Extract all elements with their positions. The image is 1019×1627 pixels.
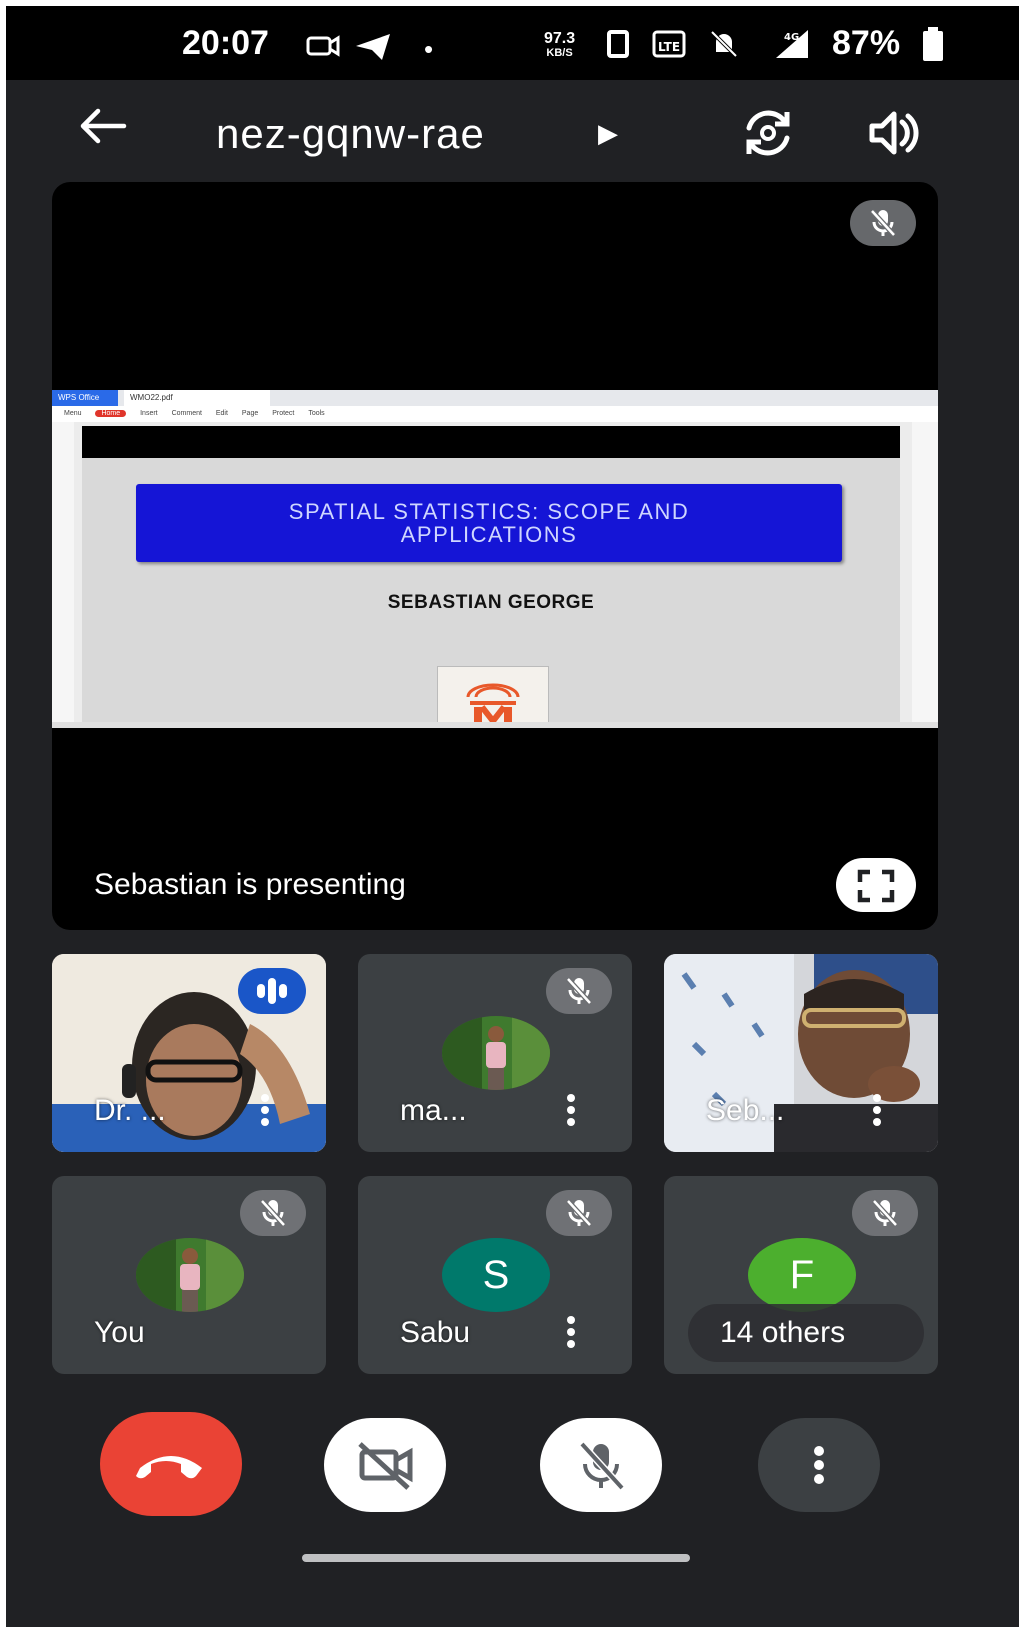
more-options-button[interactable] xyxy=(758,1418,880,1512)
mic-off-icon xyxy=(579,1441,625,1491)
microphone-toggle-button[interactable] xyxy=(540,1418,662,1512)
hang-up-icon xyxy=(136,1456,202,1479)
participant-initial-avatar: S xyxy=(442,1238,550,1312)
call-controls xyxy=(6,1406,1019,1536)
mic-off-icon xyxy=(566,977,592,1005)
shared-toolbar-item: Home xyxy=(95,410,127,417)
phone-outline-icon xyxy=(607,29,629,58)
slide-title-box: SPATIAL STATISTICS: SCOPE AND APPLICATIO… xyxy=(136,484,842,562)
shared-left-panel xyxy=(52,422,74,722)
mic-off-icon xyxy=(872,1199,898,1227)
shared-app-toolbar: Menu Home Insert Comment Edit Page Prote… xyxy=(52,406,938,422)
participant-name: Dr. ... xyxy=(94,1094,166,1127)
participant-name: Seb... xyxy=(706,1094,785,1127)
shared-status-bar xyxy=(52,722,938,728)
mic-off-icon xyxy=(870,209,896,237)
participant-tile[interactable]: ma... xyxy=(358,954,632,1152)
home-indicator[interactable] xyxy=(302,1554,690,1562)
network-type: 4G xyxy=(784,32,799,43)
slide-page: SPATIAL STATISTICS: SCOPE AND APPLICATIO… xyxy=(82,426,900,728)
shared-toolbar-item: Menu xyxy=(64,410,82,417)
participant-avatar xyxy=(136,1238,244,1312)
avatar-photo xyxy=(136,1238,244,1312)
presenter-muted-badge xyxy=(850,200,916,246)
telegram-icon xyxy=(356,34,390,60)
fullscreen-icon xyxy=(857,869,895,903)
participant-tile-self[interactable]: You xyxy=(52,1176,326,1374)
slide-author: SEBASTIAN GEORGE xyxy=(387,592,595,613)
participant-muted-badge xyxy=(240,1190,306,1236)
slide-title-line1: SPATIAL STATISTICS: SCOPE AND xyxy=(288,499,690,524)
shared-app-tabs: WPS Office WMO22.pdf xyxy=(52,390,938,406)
participant-muted-badge xyxy=(852,1190,918,1236)
more-vert-icon xyxy=(814,1446,824,1484)
presenting-label: Sebastian is presenting xyxy=(94,868,406,901)
shared-toolbar-item: Edit xyxy=(215,410,228,417)
dot-icon: • xyxy=(424,34,434,64)
institution-logo xyxy=(437,666,549,728)
participant-name: You xyxy=(94,1316,145,1349)
speaker-icon[interactable] xyxy=(866,106,920,160)
participant-avatar xyxy=(442,1016,550,1090)
status-bar: 20:07 • 97.3 KB/S LTE 4G 87% xyxy=(6,6,1019,80)
shared-file-tab: WMO22.pdf xyxy=(124,390,270,406)
top-app-bar: nez-gqnw-rae ▶ xyxy=(6,80,1019,190)
back-arrow-icon[interactable] xyxy=(78,106,128,146)
net-speed-value: 97.3 xyxy=(544,30,576,47)
shared-right-panel xyxy=(912,422,938,722)
participant-menu-icon[interactable] xyxy=(872,1094,882,1134)
switch-camera-icon[interactable] xyxy=(741,106,795,160)
end-call-button[interactable] xyxy=(100,1412,242,1516)
shared-toolbar-item: Page xyxy=(241,410,259,417)
shared-screen: WPS Office WMO22.pdf Menu Home Insert Co… xyxy=(52,390,938,728)
participant-name: ma... xyxy=(400,1094,467,1127)
audio-level-icon xyxy=(257,978,287,1004)
status-time: 20:07 xyxy=(182,24,269,62)
participant-menu-icon[interactable] xyxy=(566,1094,576,1134)
volte-icon: LTE xyxy=(652,30,686,57)
avatar-photo xyxy=(442,1016,550,1090)
video-notification-icon xyxy=(306,35,340,57)
participant-initial-avatar: F xyxy=(748,1238,856,1312)
logo-emblem-icon xyxy=(466,683,520,727)
fullscreen-button[interactable] xyxy=(836,858,916,912)
shared-toolbar-item: Comment xyxy=(171,410,202,417)
camera-off-icon xyxy=(358,1442,413,1490)
battery-icon xyxy=(923,26,944,61)
status-system-icons: LTE 4G 87% xyxy=(606,24,944,63)
mic-off-icon xyxy=(566,1199,592,1227)
shared-toolbar-item: Tools xyxy=(308,410,325,417)
shared-app-tab: WPS Office xyxy=(52,390,118,406)
participant-menu-icon[interactable] xyxy=(260,1094,270,1134)
meeting-code[interactable]: nez-gqnw-rae xyxy=(216,110,485,158)
shared-toolbar-item: Protect xyxy=(272,410,295,417)
meeting-details-caret-icon[interactable]: ▶ xyxy=(598,118,618,149)
svg-text:LTE: LTE xyxy=(658,40,680,54)
speaking-indicator xyxy=(238,968,306,1014)
participant-tile-others[interactable]: F 14 others xyxy=(664,1176,938,1374)
bell-off-icon xyxy=(710,30,738,57)
signal-4g-icon: 4G xyxy=(776,29,808,58)
slide-header-bar xyxy=(82,426,900,458)
participant-tile[interactable]: Dr. ... xyxy=(52,954,326,1152)
participant-muted-badge xyxy=(546,968,612,1014)
participant-tile[interactable]: Seb... xyxy=(664,954,938,1152)
net-speed-unit: KB/S xyxy=(546,47,573,59)
net-speed: 97.3 KB/S xyxy=(544,30,576,60)
slide-title-line2: APPLICATIONS xyxy=(400,522,578,547)
battery-level: 87% xyxy=(832,24,901,62)
meet-screen: 20:07 • 97.3 KB/S LTE 4G 87% nez-gqnw-ra… xyxy=(6,6,1019,1627)
participant-menu-icon[interactable] xyxy=(566,1316,576,1356)
presentation-stage[interactable]: WPS Office WMO22.pdf Menu Home Insert Co… xyxy=(52,182,938,930)
shared-toolbar-item: Insert xyxy=(140,410,158,417)
participant-tile[interactable]: S Sabu xyxy=(358,1176,632,1374)
camera-toggle-button[interactable] xyxy=(324,1418,446,1512)
others-count-label: 14 others xyxy=(720,1316,846,1349)
mic-off-icon xyxy=(260,1199,286,1227)
participant-name: Sabu xyxy=(400,1316,471,1349)
participant-muted-badge xyxy=(546,1190,612,1236)
